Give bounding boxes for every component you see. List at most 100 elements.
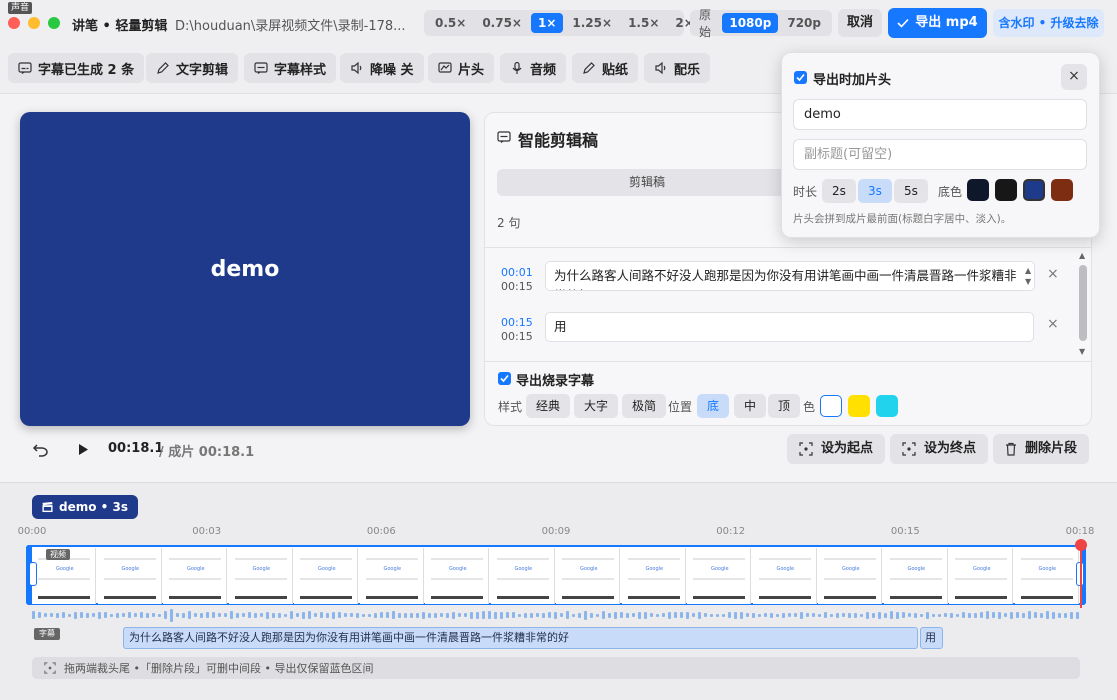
waveform-bar	[230, 611, 233, 619]
set-start-label: 设为起点	[821, 441, 874, 456]
minimize-window-button[interactable]	[28, 17, 40, 29]
waveform-bar	[176, 613, 179, 617]
waveform-bar	[578, 612, 581, 618]
scroll-up-icon[interactable]: ▲	[1079, 251, 1085, 260]
text-edit-label: 文字剪辑	[176, 62, 229, 78]
playhead-knob[interactable]	[1075, 539, 1087, 551]
waveform-bar	[80, 612, 83, 618]
position-bottom-option[interactable]: 底	[697, 394, 730, 418]
waveform-bar	[284, 613, 287, 617]
waveform-bar	[272, 612, 275, 618]
waveform-bar	[320, 612, 323, 618]
waveform-bar	[632, 613, 635, 617]
intro-button[interactable]: 片头	[428, 53, 495, 83]
bg-color-blue-swatch[interactable]	[1023, 179, 1045, 201]
close-window-button[interactable]	[8, 17, 20, 29]
close-icon[interactable]: ×	[1061, 64, 1087, 90]
caption-track-tag: 字幕	[34, 628, 60, 640]
undo-icon[interactable]	[32, 442, 49, 457]
waveform-bar	[242, 613, 245, 617]
caption-block[interactable]: 用	[920, 627, 943, 649]
delete-segment-button[interactable]: 删除片段	[993, 434, 1090, 464]
position-middle-option[interactable]: 中	[734, 394, 767, 418]
audio-button[interactable]: 音频	[500, 53, 567, 83]
speed-option-0-75x[interactable]: 0.75×	[475, 13, 529, 33]
waveform-bar	[62, 612, 65, 618]
scroll-down-icon[interactable]: ▼	[1079, 347, 1085, 356]
trim-start-grip[interactable]	[29, 562, 37, 586]
delete-row-icon[interactable]: ×	[1047, 266, 1059, 282]
list-scrollbar[interactable]: ▲ ▼	[1075, 249, 1091, 361]
text-edit-button[interactable]: 文字剪辑	[146, 53, 239, 83]
intro-clip-chip[interactable]: demo • 3s	[32, 495, 138, 519]
set-start-button[interactable]: 设为起点	[787, 434, 886, 464]
row-start-time[interactable]: 00:15	[501, 316, 533, 329]
caption-text-field[interactable]: 用	[545, 312, 1034, 342]
time-tick: 00:09	[541, 526, 571, 537]
waveform-bar	[302, 611, 305, 619]
waveform-bar	[842, 613, 845, 617]
row-start-time[interactable]: 00:01	[501, 266, 533, 279]
caption-spinner[interactable]: ▲ ▼	[1025, 265, 1031, 287]
caption-block[interactable]: 为什么路客人间路不好没人跑那是因为你没有用讲笔画中画一件清晨晋路一件浆糟非常的好	[123, 627, 918, 649]
resolution-1080p-option[interactable]: 1080p	[722, 13, 779, 33]
denoise-label: 降噪 关	[370, 62, 414, 78]
style-large-option[interactable]: 大字	[574, 394, 619, 418]
waveform-bar	[932, 613, 935, 617]
intro-enable-checkbox[interactable]	[794, 71, 807, 84]
position-top-option[interactable]: 顶	[768, 394, 801, 418]
speed-option-0-5x[interactable]: 0.5×	[428, 13, 473, 33]
waveform-bar	[518, 613, 521, 617]
mic-icon	[512, 61, 522, 74]
intro-subtitle-input[interactable]: 副标题(可留空)	[793, 139, 1087, 170]
video-preview[interactable]: demo	[20, 112, 470, 426]
bg-color-black-swatch[interactable]	[995, 179, 1017, 201]
waveform-bar	[1022, 612, 1025, 618]
scroll-thumb[interactable]	[1079, 265, 1087, 341]
caption-text-field[interactable]: 为什么路客人间路不好没人跑那是因为你没有用讲笔画中画一件清晨晋路一件浆糟非常的好	[545, 261, 1035, 291]
bgm-button[interactable]: 配乐	[644, 53, 711, 83]
speed-option-1x[interactable]: 1×	[530, 13, 564, 33]
watermark-upgrade-button[interactable]: 含水印 • 升级去除	[993, 9, 1104, 37]
style-classic-option[interactable]: 经典	[526, 394, 571, 418]
sticker-button[interactable]: 贴纸	[572, 53, 639, 83]
style-minimal-option[interactable]: 极简	[622, 394, 667, 418]
focus-icon	[902, 442, 916, 456]
waveform-bar	[668, 611, 671, 619]
export-mp4-button[interactable]: 导出 mp4	[888, 8, 987, 38]
color-white-swatch[interactable]	[820, 395, 842, 417]
row-end-time: 00:15	[501, 280, 533, 293]
duration-5s-option[interactable]: 5s	[894, 179, 928, 203]
intro-title-input[interactable]: demo	[793, 99, 1087, 130]
denoise-toggle[interactable]: 降噪 关	[340, 53, 424, 83]
waveform-bar	[920, 613, 923, 617]
waveform-bar	[338, 612, 341, 618]
tab-draft[interactable]: 剪辑稿	[497, 169, 797, 196]
playhead[interactable]	[1080, 546, 1082, 608]
color-cyan-swatch[interactable]	[876, 395, 898, 417]
maximize-window-button[interactable]	[48, 17, 60, 29]
duration-2s-option[interactable]: 2s	[822, 179, 856, 203]
bg-color-brown-swatch[interactable]	[1051, 179, 1073, 201]
video-thumbnail: Google	[556, 548, 620, 604]
cancel-button[interactable]: 取消	[838, 9, 882, 37]
waveform-bar	[524, 612, 527, 618]
burn-subtitle-checkbox[interactable]	[498, 372, 511, 385]
waveform-bar	[626, 612, 629, 618]
waveform-bar	[788, 613, 791, 617]
speed-option-1-25x[interactable]: 1.25×	[565, 13, 619, 33]
speed-option-1-5x[interactable]: 1.5×	[621, 13, 666, 33]
bg-color-navy-swatch[interactable]	[967, 179, 989, 201]
delete-row-icon[interactable]: ×	[1047, 316, 1059, 332]
waveform-bar	[860, 613, 863, 617]
time-tick: 00:12	[716, 526, 746, 537]
color-yellow-swatch[interactable]	[848, 395, 870, 417]
video-thumbnail: Google	[97, 548, 162, 604]
resolution-720p-option[interactable]: 720p	[780, 13, 828, 33]
subtitle-style-button[interactable]: 字幕样式	[244, 53, 337, 83]
subtitle-generated-button[interactable]: 字幕已生成 2 条	[8, 53, 145, 83]
resolution-original-option[interactable]: 原始	[693, 6, 721, 40]
play-icon[interactable]	[77, 443, 89, 456]
duration-3s-option[interactable]: 3s	[858, 179, 892, 203]
set-end-button[interactable]: 设为终点	[890, 434, 989, 464]
